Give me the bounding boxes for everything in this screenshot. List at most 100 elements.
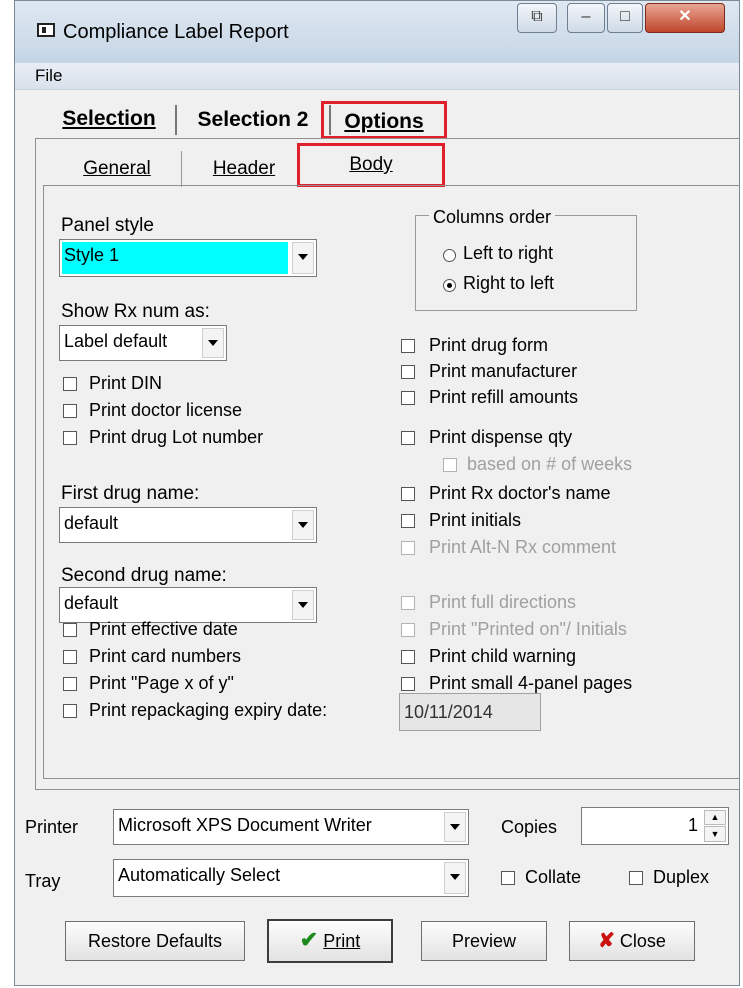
tray-value: Automatically Select (118, 865, 281, 885)
print-repackaging-checkbox[interactable] (63, 704, 77, 718)
panel-style-dropdown[interactable]: Style 1 (59, 239, 317, 277)
tab-selection-2-label: Selection 2 (197, 108, 309, 131)
subtab-header-label: Header (212, 158, 276, 179)
tray-dropdown[interactable]: Automatically Select (113, 859, 469, 897)
preview-button-label: Preview (451, 931, 517, 951)
print-dispense-qty-label: Print dispense qty (429, 427, 573, 447)
print-button[interactable]: ✔ Print (267, 919, 393, 963)
restore-icon[interactable]: ⧉ (517, 3, 557, 33)
show-rx-dropdown[interactable]: Label default (59, 325, 227, 361)
print-effective-date-checkbox[interactable] (63, 623, 77, 637)
subtab-general-label: General (83, 158, 151, 179)
print-din-checkbox[interactable] (63, 377, 77, 391)
restore-defaults-label: Restore Defaults (87, 931, 223, 951)
print-small-4panel-label: Print small 4-panel pages (429, 673, 633, 693)
print-refill-amounts-checkbox[interactable] (401, 391, 415, 405)
first-drug-dropdown[interactable]: default (59, 507, 317, 543)
first-drug-value: default (64, 513, 119, 533)
print-effective-date-label: Print effective date (89, 619, 238, 639)
chevron-down-icon[interactable] (292, 510, 314, 540)
print-full-directions-checkbox[interactable] (401, 596, 415, 610)
copies-stepper[interactable]: 1 ▲ ▼ (581, 807, 729, 845)
menu-file[interactable]: File (35, 66, 62, 86)
print-doctor-license-checkbox[interactable] (63, 404, 77, 418)
print-initials-checkbox[interactable] (401, 514, 415, 528)
subtab-header[interactable]: Header (181, 151, 306, 187)
print-manufacturer-checkbox[interactable] (401, 365, 415, 379)
collate-label: Collate (525, 867, 582, 887)
expiry-date-field[interactable]: 10/11/2014 (399, 693, 541, 731)
print-dispense-qty-checkbox[interactable] (401, 431, 415, 445)
panel-style-value: Style 1 (64, 245, 120, 265)
close-button[interactable]: ✘ Close (569, 921, 695, 961)
subtab-body[interactable]: Body (297, 143, 445, 187)
print-drug-lot-label: Print drug Lot number (89, 427, 264, 447)
tray-label: Tray (25, 871, 61, 891)
subtab-body-label: Body (349, 154, 393, 175)
panel-style-label: Panel style (61, 215, 154, 236)
based-on-weeks-label: based on # of weeks (467, 454, 633, 474)
print-full-directions-label: Print full directions (429, 592, 577, 612)
print-drug-form-checkbox[interactable] (401, 339, 415, 353)
print-printed-on-label: Print "Printed on"/ Initials (429, 619, 627, 639)
chevron-down-icon[interactable]: ▼ (704, 826, 726, 842)
right-to-left-label: Right to left (463, 273, 555, 293)
chevron-down-icon[interactable] (444, 812, 466, 842)
dialog-window: Compliance Label Report ⧉ – □ ✕ File Sel… (14, 0, 740, 986)
chevron-down-icon[interactable] (292, 242, 314, 274)
left-to-right-label: Left to right (463, 243, 554, 263)
maximize-button[interactable]: □ (607, 3, 643, 33)
print-drug-form-label: Print drug form (429, 335, 549, 355)
tab-selection-2[interactable]: Selection 2 (175, 105, 331, 135)
tab-selection-label: Selection (62, 107, 156, 130)
print-manufacturer-label: Print manufacturer (429, 361, 578, 381)
print-din-label: Print DIN (89, 373, 163, 393)
print-child-warning-checkbox[interactable] (401, 650, 415, 664)
close-button-label: Close (619, 931, 666, 951)
chevron-up-icon[interactable]: ▲ (704, 810, 726, 825)
print-button-label: Print (323, 931, 361, 951)
second-drug-label: Second drug name: (61, 565, 227, 586)
print-altn-checkbox[interactable] (401, 541, 415, 555)
print-small-4panel-checkbox[interactable] (401, 677, 415, 691)
print-drug-lot-checkbox[interactable] (63, 431, 77, 445)
app-icon (37, 23, 55, 37)
right-to-left-radio[interactable] (443, 279, 456, 292)
based-on-weeks-checkbox[interactable] (443, 458, 457, 472)
printer-dropdown[interactable]: Microsoft XPS Document Writer (113, 809, 469, 845)
minimize-button[interactable]: – (567, 3, 605, 33)
columns-order-title: Columns order (429, 207, 556, 228)
print-printed-on-checkbox[interactable] (401, 623, 415, 637)
second-drug-dropdown[interactable]: default (59, 587, 317, 623)
print-altn-label: Print Alt-N Rx comment (429, 537, 617, 557)
duplex-label: Duplex (653, 867, 710, 887)
left-to-right-radio[interactable] (443, 249, 456, 262)
chevron-down-icon[interactable] (444, 862, 466, 894)
print-refill-amounts-label: Print refill amounts (429, 387, 579, 407)
chevron-down-icon[interactable] (292, 590, 314, 620)
print-card-numbers-checkbox[interactable] (63, 650, 77, 664)
print-doctor-license-label: Print doctor license (89, 400, 243, 420)
second-drug-value: default (64, 593, 119, 613)
close-window-button[interactable]: ✕ (645, 3, 725, 33)
print-page-x-of-y-checkbox[interactable] (63, 677, 77, 691)
title-bar[interactable]: Compliance Label Report ⧉ – □ ✕ (15, 1, 739, 63)
tab-options-label: Options (344, 110, 424, 133)
tab-selection[interactable]: Selection (49, 101, 169, 139)
print-page-x-of-y-label: Print "Page x of y" (89, 673, 234, 693)
restore-defaults-button[interactable]: Restore Defaults (65, 921, 245, 961)
show-rx-value: Label default (64, 331, 168, 351)
print-card-numbers-label: Print card numbers (89, 646, 242, 666)
menu-bar: File (15, 63, 739, 90)
printer-label: Printer (25, 817, 79, 837)
print-initials-label: Print initials (429, 510, 522, 530)
chevron-down-icon[interactable] (202, 328, 224, 358)
print-rx-doctor-label: Print Rx doctor's name (429, 483, 611, 503)
print-rx-doctor-checkbox[interactable] (401, 487, 415, 501)
subtab-general[interactable]: General (57, 151, 177, 187)
preview-button[interactable]: Preview (421, 921, 547, 961)
collate-checkbox[interactable] (501, 871, 515, 885)
checkmark-icon: ✔ (299, 927, 319, 952)
tab-options[interactable]: Options (321, 101, 447, 139)
duplex-checkbox[interactable] (629, 871, 643, 885)
